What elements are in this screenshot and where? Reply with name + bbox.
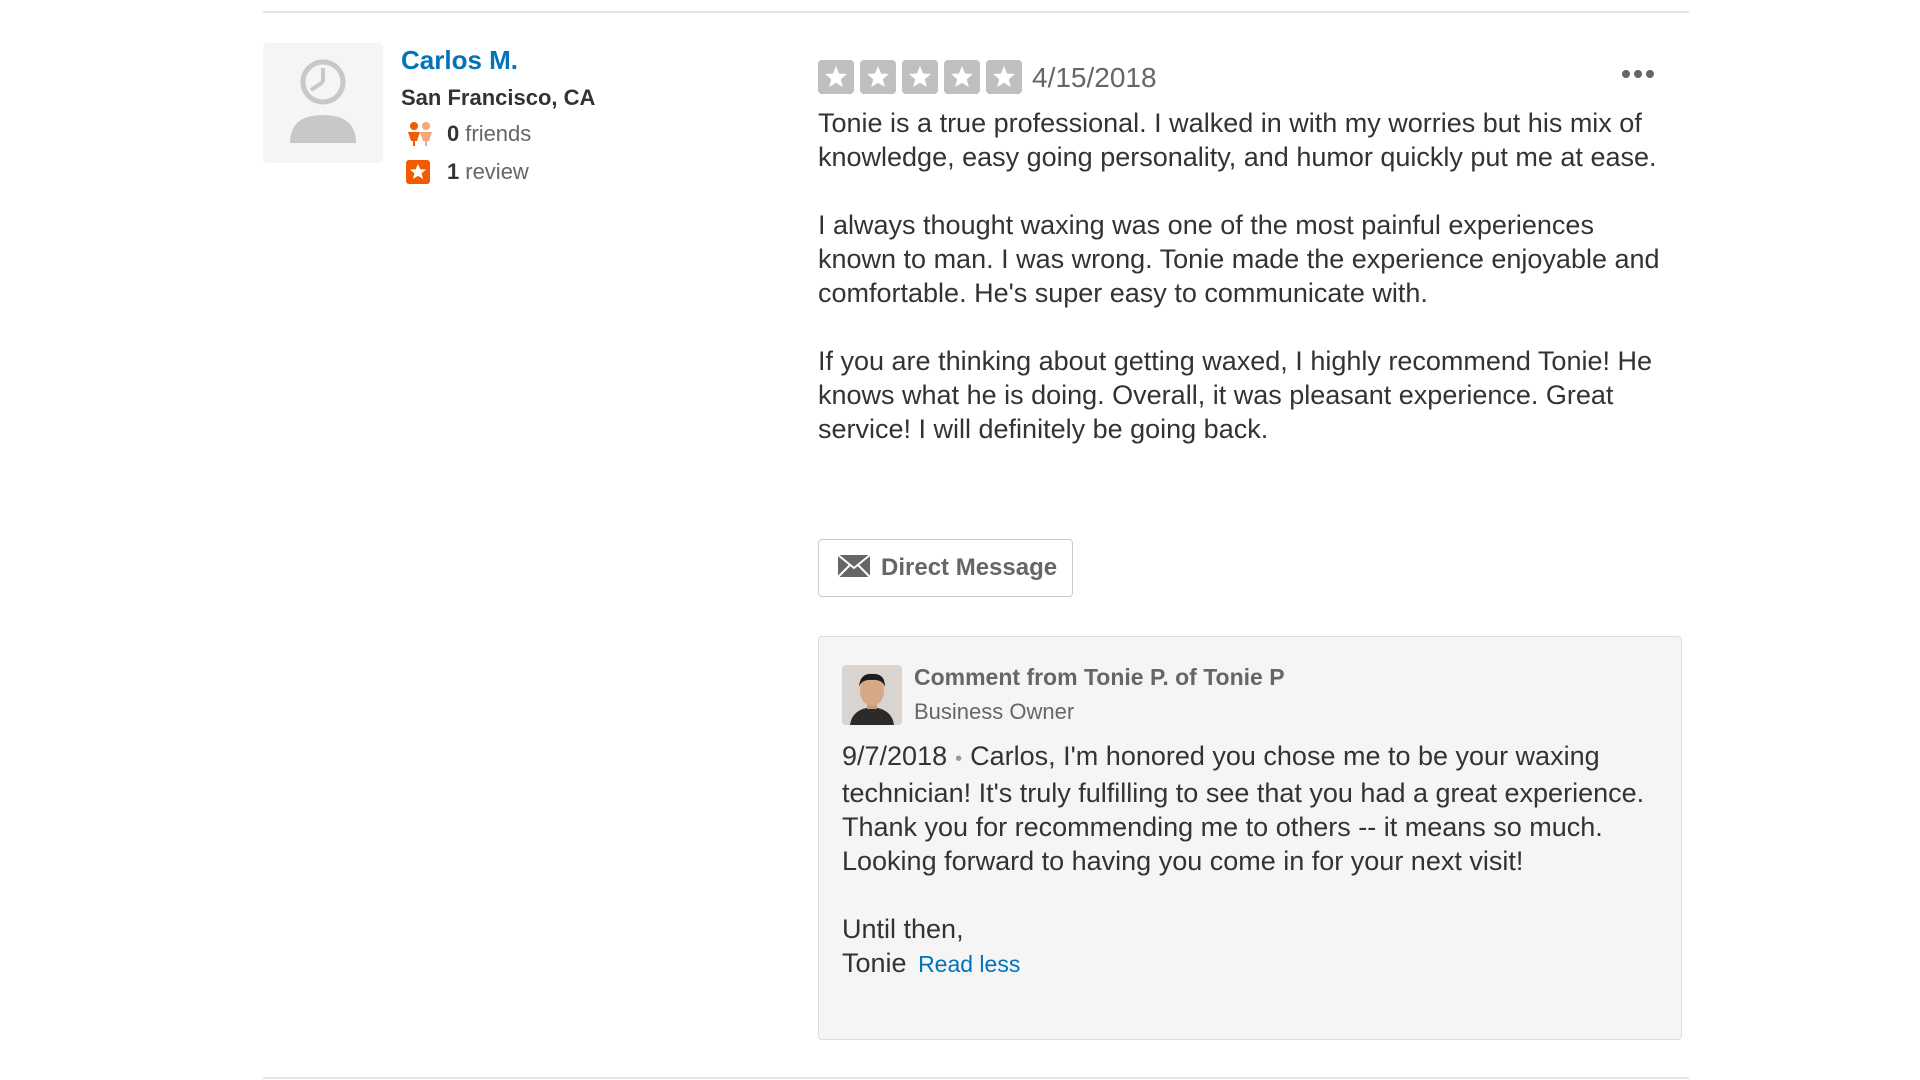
review-star-icon — [405, 159, 435, 185]
friends-icon — [405, 121, 435, 147]
direct-message-label: Direct Message — [881, 554, 1058, 581]
star-icon — [818, 60, 854, 94]
signoff-line: Until then, — [842, 914, 964, 944]
star-icon — [944, 60, 980, 94]
star-icon — [902, 60, 938, 94]
direct-message-button[interactable]: Direct Message — [818, 539, 1073, 597]
review-paragraph: Tonie is a true professional. I walked i… — [818, 108, 1657, 172]
friends-stat: 0 friends — [405, 120, 531, 148]
owner-role: Business Owner — [914, 699, 1075, 724]
comment-signoff: Until then, Tonie Read less — [842, 912, 1662, 981]
user-avatar[interactable] — [263, 43, 383, 163]
user-location: San Francisco, CA — [401, 85, 596, 110]
comment-body: 9/7/2018 • Carlos, I'm honored you chose m… — [842, 739, 1662, 981]
more-options-icon[interactable] — [1620, 66, 1656, 82]
signoff-name: Tonie — [842, 948, 907, 978]
default-user-avatar-icon — [290, 59, 356, 143]
review-paragraph: If you are thinking about getting waxed,… — [818, 346, 1652, 444]
review-paragraph: I always thought waxing was one of the m… — [818, 210, 1660, 308]
friends-count: 0 — [447, 121, 460, 146]
comment-date: 9/7/2018 — [842, 741, 948, 771]
star-icon — [986, 60, 1022, 94]
owner-avatar[interactable] — [842, 665, 902, 725]
reviews-count: 1 — [447, 159, 460, 184]
star-rating — [818, 60, 1022, 94]
comment-author: Comment from Tonie P. of Tonie P — [914, 664, 1285, 690]
bottom-divider — [263, 1077, 1689, 1079]
user-name-link[interactable]: Carlos M. — [401, 44, 518, 76]
star-icon — [860, 60, 896, 94]
owner-comment: Comment from Tonie P. of Tonie P Busines… — [818, 636, 1682, 1040]
review-date: 4/15/2018 — [1032, 62, 1157, 93]
envelope-icon — [837, 553, 871, 583]
comment-text: Carlos, I'm honored you chose me to be y… — [842, 741, 1645, 876]
reviews-stat: 1 review — [405, 158, 529, 186]
top-divider — [263, 11, 1689, 13]
separator-dot: • — [955, 748, 963, 770]
friends-label: friends — [465, 121, 532, 146]
reviews-label: review — [465, 159, 529, 184]
review-text: Tonie is a true professional. I walked i… — [818, 106, 1668, 480]
read-less-link[interactable]: Read less — [918, 951, 1020, 977]
